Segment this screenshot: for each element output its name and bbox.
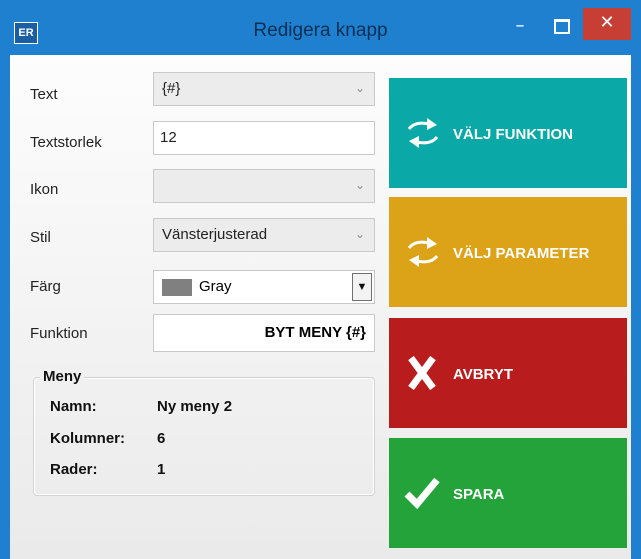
choose-function-button[interactable]: VÄLJ FUNKTION [389,78,627,188]
text-size-input[interactable]: 12 [153,121,375,155]
choose-function-label: VÄLJ FUNKTION [453,126,573,143]
swap-arrows-icon [407,237,439,267]
menu-group-title: Meny [40,368,85,385]
color-combobox[interactable]: Gray ▼ [153,270,375,304]
style-combobox[interactable]: Vänsterjusterad ⌄ [153,218,375,252]
menu-rows-label: Rader: [50,461,98,478]
menu-name-label: Namn: [50,398,97,415]
maximize-icon [554,18,570,34]
text-combobox-value: {#} [162,80,181,97]
minimize-icon: – [515,15,525,36]
dropdown-arrow-icon: ▼ [356,281,368,293]
choose-parameter-label: VÄLJ PARAMETER [453,245,590,262]
title-bar[interactable]: ER Redigera knapp – ✕ [0,0,641,55]
text-label: Text [30,86,58,103]
function-label: Funktion [30,325,88,342]
cancel-button[interactable]: AVBRYT [389,318,627,428]
menu-columns-label: Kolumner: [50,430,125,447]
menu-columns-value: 6 [157,430,166,447]
save-button[interactable]: SPARA [389,438,627,548]
cancel-label: AVBRYT [453,366,513,383]
save-label: SPARA [453,486,505,503]
chevron-down-icon: ⌄ [354,178,365,192]
text-combobox[interactable]: {#} ⌄ [153,72,375,106]
menu-name-value: Ny meny 2 [157,398,233,415]
style-combobox-value: Vänsterjusterad [162,226,268,243]
choose-parameter-button[interactable]: VÄLJ PARAMETER [389,197,627,307]
color-swatch [162,279,192,296]
window-title: Redigera knapp [253,20,388,41]
icon-label: Ikon [30,181,59,198]
close-x-icon [408,356,436,390]
color-dropdown-button[interactable]: ▼ [352,273,372,301]
chevron-down-icon: ⌄ [354,227,365,241]
text-size-label: Textstorlek [30,134,102,151]
dialog-window: ER Redigera knapp – ✕ Text Textstorlek I… [0,0,641,559]
chevron-down-icon: ⌄ [354,81,365,95]
function-display: BYT MENY {#} [153,314,375,352]
icon-combobox[interactable]: ⌄ [153,169,375,203]
close-icon: ✕ [599,12,615,33]
style-label: Stil [30,229,51,246]
close-button[interactable]: ✕ [583,8,631,40]
text-size-value: 12 [160,129,177,146]
function-value: BYT MENY {#} [264,324,366,341]
checkmark-icon [404,477,440,510]
color-combobox-value: Gray [199,278,232,295]
menu-rows-value: 1 [157,461,166,478]
color-label: Färg [30,278,61,295]
minimize-button[interactable]: – [506,12,534,40]
swap-arrows-icon [407,118,439,148]
maximize-button[interactable] [548,12,576,40]
